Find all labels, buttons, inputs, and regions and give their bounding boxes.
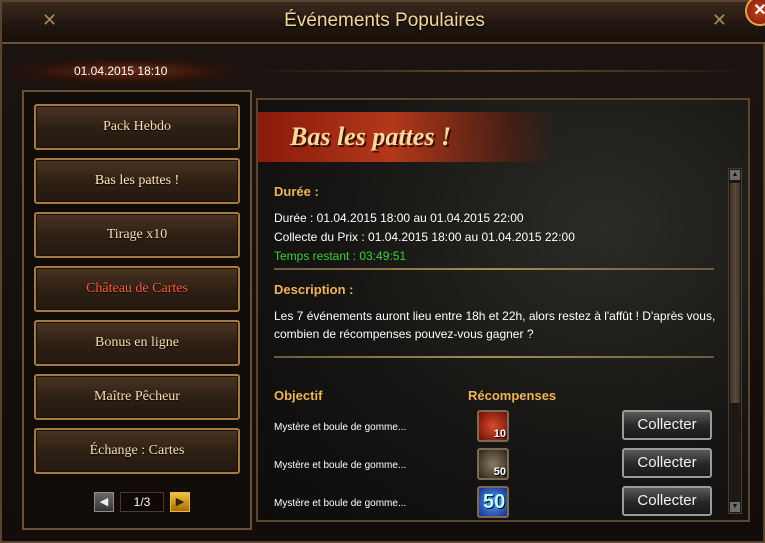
duration-line: Durée : 01.04.2015 18:00 au 01.04.2015 2… [274,211,524,225]
menu-item-label: Tirage x10 [106,227,168,242]
reward-card-icon[interactable]: 10 [477,410,509,442]
reward-count: 50 [483,491,506,513]
reward-gem-icon[interactable]: 50 [477,486,509,518]
menu-item-bonus-en-ligne[interactable]: Bonus en ligne [34,320,240,366]
menu-item-label: Maître Pêcheur [94,389,180,404]
objective-text: Mystère et boule de gomme... [274,460,407,471]
menu-item-label: Échange : Cartes [89,443,185,458]
scrollbar[interactable]: ▲ ▼ [728,168,742,514]
menu-item-maitre-pecheur[interactable]: Maître Pêcheur [34,374,240,420]
scroll-up-icon[interactable]: ▲ [730,170,740,180]
scroll-down-icon[interactable]: ▼ [730,502,740,512]
event-window: ✕ Événements Populaires ✕ ✕ 01.04.2015 1… [0,0,765,543]
title-bar: ✕ Événements Populaires ✕ ✕ [2,0,765,44]
collect-button[interactable]: Collecter [622,410,712,440]
pager: ◀ 1/3 ▶ [94,492,190,512]
menu-item-chateau-de-cartes[interactable]: Château de Cartes [34,266,240,312]
current-date: 01.04.2015 18:10 [74,64,168,78]
collect-line: Collecte du Prix : 01.04.2015 18:00 au 0… [274,230,575,244]
menu-item-label: Bas les pattes ! [94,173,180,188]
chevron-right-icon[interactable]: ▶ [170,492,190,512]
window-title: Événements Populaires [284,10,485,31]
duration-heading: Durée : [274,184,319,199]
rewards-heading: Récompenses [468,388,557,403]
remaining-time: Temps restant : 03:49:51 [274,249,407,263]
menu-item-bas-les-pattes[interactable]: Bas les pattes ! [34,158,240,204]
event-title: Bas les pattes ! [290,122,452,151]
menu-item-pack-hebdo[interactable]: Pack Hebdo [34,104,240,150]
divider [274,268,714,270]
description-heading: Description : [274,282,354,297]
scroll-thumb[interactable] [730,183,740,403]
chevron-left-icon[interactable]: ◀ [94,492,114,512]
reward-count: 50 [493,466,506,478]
decor-right-icon: ✕ [711,10,727,30]
objective-heading: Objectif [274,388,323,403]
list-item: Mystère et boule de gomme... 10 Collecte… [274,410,724,442]
event-list-panel: Pack Hebdo Bas les pattes ! Tirage x10 C… [22,90,252,530]
reward-medal-icon[interactable]: 50 [477,448,509,480]
menu-item-label: Château de Cartes [86,281,188,296]
collect-button[interactable]: Collecter [622,486,712,516]
menu-item-label: Bonus en ligne [95,335,179,350]
collect-button[interactable]: Collecter [622,448,712,478]
page-indicator: 1/3 [120,492,164,512]
event-detail-panel: Bas les pattes ! Durée : Durée : 01.04.2… [256,98,750,522]
ornament-divider [252,70,752,72]
list-item: Mystère et boule de gomme... 50 Collecte… [274,448,724,480]
reward-count: 10 [493,428,506,440]
list-item: Mystère et boule de gomme... 50 Collecte… [274,486,724,518]
objective-text: Mystère et boule de gomme... [274,498,407,509]
objective-text: Mystère et boule de gomme... [274,422,407,433]
menu-item-tirage[interactable]: Tirage x10 [34,212,240,258]
menu-item-label: Pack Hebdo [102,119,172,134]
description-text: Les 7 événements auront lieu entre 18h e… [274,309,716,341]
menu-item-echange-cartes[interactable]: Échange : Cartes [34,428,240,474]
divider [274,356,714,358]
